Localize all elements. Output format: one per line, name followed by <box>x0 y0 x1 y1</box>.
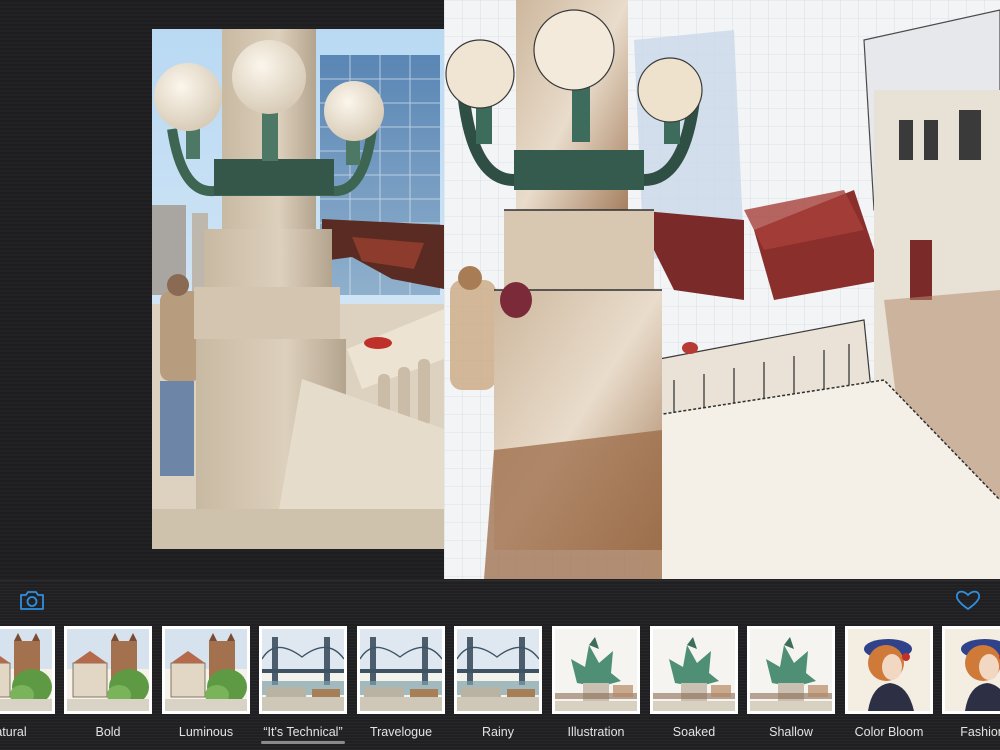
preset-its-technical[interactable]: “It's Technical” <box>259 625 347 750</box>
preset-luminous[interactable]: Luminous <box>162 625 250 750</box>
preset-illustration[interactable]: Illustration <box>552 625 640 750</box>
watercolor-preview[interactable] <box>444 0 1000 579</box>
preset-label: Color Bloom <box>854 725 924 739</box>
preset-label: Travelogue <box>369 725 433 739</box>
preset-label: Luminous <box>178 725 234 739</box>
preset-label: Rainy <box>482 725 514 739</box>
selected-indicator <box>261 741 345 744</box>
preset-thumbnail <box>454 626 542 714</box>
preset-thumbnail <box>357 626 445 714</box>
preset-thumbnail <box>552 626 640 714</box>
bottom-toolbar: atural Bold Lumi <box>0 580 1000 750</box>
camera-icon <box>20 591 44 610</box>
preset-strip[interactable]: atural Bold Lumi <box>0 625 1000 750</box>
preset-thumbnail <box>942 626 1000 714</box>
photo-canvas[interactable] <box>0 0 1000 580</box>
heart-outline-icon <box>955 590 981 610</box>
preset-color-bloom[interactable]: Color Bloom <box>845 625 933 750</box>
preset-thumbnail <box>162 626 250 714</box>
preset-rainy[interactable]: Rainy <box>454 625 542 750</box>
camera-button[interactable] <box>17 587 47 613</box>
original-photo[interactable] <box>152 29 444 549</box>
preset-thumbnail <box>650 626 738 714</box>
preset-bold[interactable]: Bold <box>64 625 152 750</box>
preset-label: Soaked <box>672 725 716 739</box>
preset-label: Shallow <box>769 725 813 739</box>
preset-thumbnail <box>259 626 347 714</box>
preset-fashionable[interactable]: Fashiona <box>942 625 1000 750</box>
preset-thumbnail <box>64 626 152 714</box>
preset-shallow[interactable]: Shallow <box>747 625 835 750</box>
preset-thumbnail <box>747 626 835 714</box>
preset-thumbnail <box>0 626 55 714</box>
preset-label: Bold <box>95 725 121 739</box>
favorite-button[interactable] <box>953 587 983 613</box>
preset-label: “It's Technical” <box>263 725 343 739</box>
preset-soaked[interactable]: Soaked <box>650 625 738 750</box>
preset-label: Illustration <box>567 725 625 739</box>
preset-travelogue[interactable]: Travelogue <box>357 625 445 750</box>
preset-natural[interactable]: atural <box>0 625 55 750</box>
preset-label: Fashiona <box>960 725 1000 739</box>
preset-thumbnail <box>845 626 933 714</box>
